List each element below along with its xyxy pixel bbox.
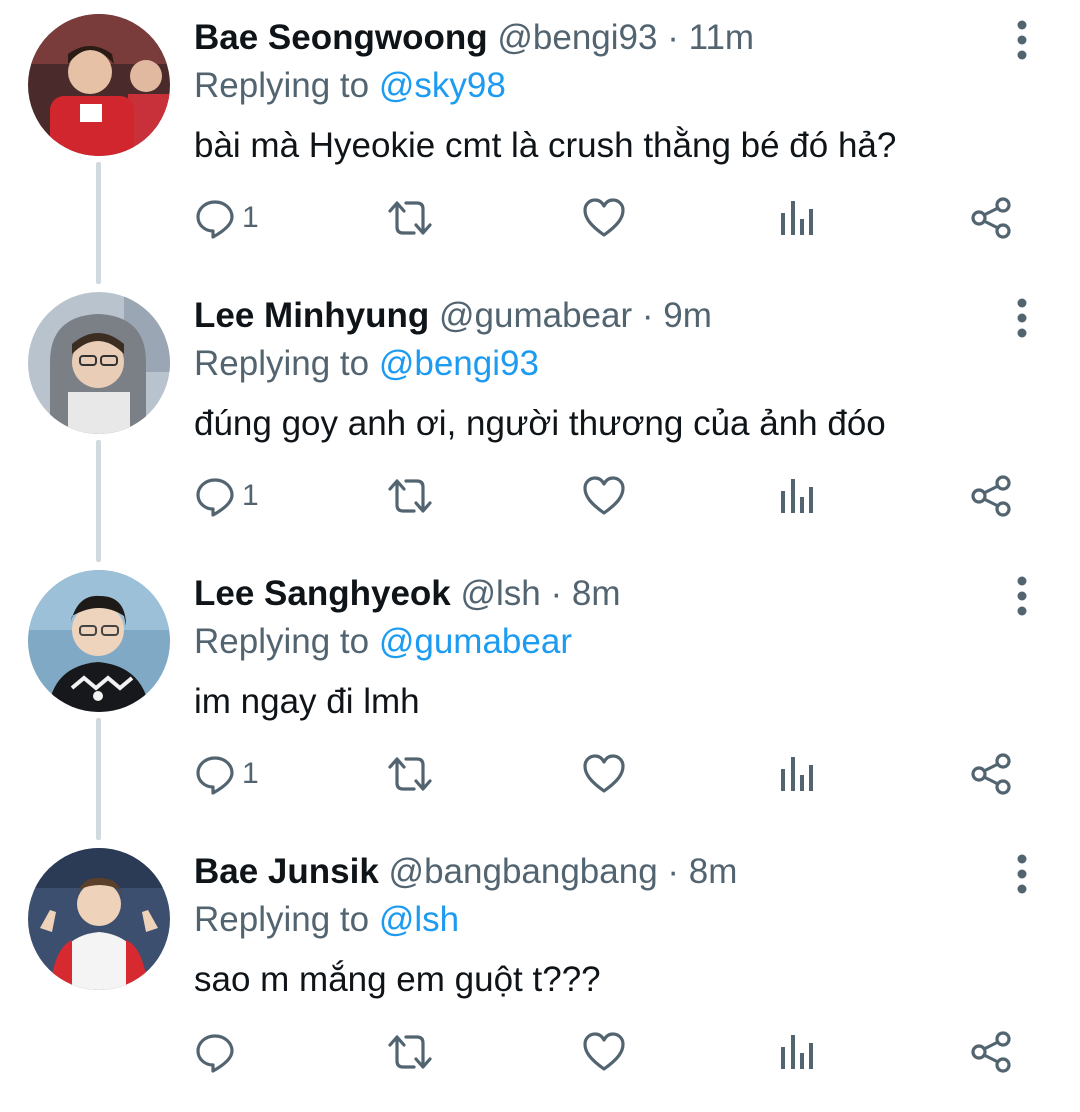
tweet-text: bài mà Hyeokie cmt là crush thằng bé đó …: [194, 126, 897, 165]
retweet-button[interactable]: [386, 188, 434, 248]
like-button[interactable]: [582, 1022, 626, 1082]
user-handle[interactable]: @bangbangbang: [389, 852, 658, 891]
replying-prefix: Replying to: [194, 344, 370, 383]
mention-link[interactable]: @lsh: [379, 900, 459, 939]
reply-button[interactable]: [194, 1022, 242, 1082]
analytics-button[interactable]: [778, 744, 816, 804]
share-button[interactable]: [970, 466, 1012, 526]
tweet-header: Lee Sanghyeok @lsh · 8m: [194, 570, 621, 618]
retweet-icon: [388, 1035, 432, 1069]
user-handle[interactable]: @bengi93: [497, 18, 657, 57]
replying-to: Replying to @gumabear: [194, 620, 572, 664]
user-handle[interactable]: @lsh: [461, 574, 541, 613]
reply-icon: [196, 1034, 234, 1073]
more-options-icon[interactable]: [1002, 18, 1042, 62]
display-name[interactable]: Bae Seongwoong: [194, 18, 488, 57]
heart-icon: [583, 1032, 625, 1071]
share-button[interactable]: [970, 744, 1012, 804]
share-icon: [971, 475, 1011, 517]
separator-dot: ·: [641, 296, 654, 335]
avatar[interactable]: [28, 848, 170, 990]
reply-count: 1: [242, 479, 259, 512]
replying-to: Replying to @lsh: [194, 898, 459, 942]
avatar[interactable]: [28, 14, 170, 156]
action-bar: [0, 1022, 1080, 1082]
separator-dot: ·: [667, 852, 680, 891]
tweet-text: im ngay đi lmh: [194, 682, 420, 721]
replying-to: Replying to @sky98: [194, 64, 506, 108]
analytics-button[interactable]: [778, 466, 816, 526]
more-options-icon[interactable]: [1002, 852, 1042, 896]
tweet[interactable]: Bae Junsik @bangbangbang · 8m Replying t…: [0, 834, 1080, 1112]
reply-button[interactable]: 1: [194, 466, 259, 526]
analytics-icon: [781, 1035, 813, 1069]
retweet-button[interactable]: [386, 466, 434, 526]
retweet-icon: [388, 479, 432, 513]
action-bar: 1: [0, 744, 1080, 804]
analytics-icon: [781, 201, 813, 235]
reply-count: 1: [242, 201, 259, 234]
tweet[interactable]: Lee Minhyung @gumabear · 9m Replying to …: [0, 278, 1080, 556]
retweet-button[interactable]: [386, 1022, 434, 1082]
timestamp[interactable]: 8m: [572, 574, 621, 613]
tweet-header: Bae Seongwoong @bengi93 · 11m: [194, 14, 754, 62]
timestamp[interactable]: 8m: [689, 852, 738, 891]
retweet-icon: [388, 201, 432, 235]
share-button[interactable]: [970, 1022, 1012, 1082]
replying-to: Replying to @bengi93: [194, 342, 539, 386]
more-options-icon[interactable]: [1002, 574, 1042, 618]
timestamp[interactable]: 11m: [689, 18, 755, 57]
replying-prefix: Replying to: [194, 622, 370, 661]
reply-button[interactable]: 1: [194, 744, 259, 804]
heart-icon: [583, 476, 625, 515]
analytics-icon: [781, 757, 813, 791]
mention-link[interactable]: @bengi93: [379, 344, 539, 383]
retweet-button[interactable]: [386, 744, 434, 804]
tweet[interactable]: Lee Sanghyeok @lsh · 8m Replying to @gum…: [0, 556, 1080, 834]
action-bar: 1: [0, 188, 1080, 248]
share-icon: [971, 753, 1011, 795]
analytics-icon: [781, 479, 813, 513]
display-name[interactable]: Bae Junsik: [194, 852, 379, 891]
reply-icon: [196, 200, 234, 239]
like-button[interactable]: [582, 466, 626, 526]
display-name[interactable]: Lee Minhyung: [194, 296, 429, 335]
tweet[interactable]: Bae Seongwoong @bengi93 · 11m Replying t…: [0, 0, 1080, 278]
separator-dot: ·: [667, 18, 679, 57]
avatar[interactable]: [28, 570, 170, 712]
tweet-header: Bae Junsik @bangbangbang · 8m: [194, 848, 737, 896]
tweet-header: Lee Minhyung @gumabear · 9m: [194, 292, 712, 340]
display-name[interactable]: Lee Sanghyeok: [194, 574, 451, 613]
reply-icon: [196, 478, 234, 517]
action-bar: 1: [0, 466, 1080, 526]
heart-icon: [583, 198, 625, 237]
reply-icon: [196, 756, 234, 795]
share-icon: [971, 197, 1011, 239]
mention-link[interactable]: @sky98: [379, 66, 506, 105]
reply-button[interactable]: 1: [194, 188, 259, 248]
analytics-button[interactable]: [778, 1022, 816, 1082]
replying-prefix: Replying to: [194, 900, 370, 939]
separator-dot: ·: [550, 574, 563, 613]
tweet-text: đúng goy anh ơi, người thương của ảnh đó…: [194, 404, 886, 443]
reply-count: 1: [242, 757, 259, 790]
like-button[interactable]: [582, 744, 626, 804]
mention-link[interactable]: @gumabear: [379, 622, 572, 661]
timestamp[interactable]: 9m: [663, 296, 712, 335]
more-options-icon[interactable]: [1002, 296, 1042, 340]
tweet-text: sao m mắng em guột t???: [194, 960, 601, 999]
replying-prefix: Replying to: [194, 66, 370, 105]
avatar[interactable]: [28, 292, 170, 434]
share-icon: [971, 1031, 1011, 1073]
retweet-icon: [388, 757, 432, 791]
like-button[interactable]: [582, 188, 626, 248]
share-button[interactable]: [970, 188, 1012, 248]
heart-icon: [583, 754, 625, 793]
user-handle[interactable]: @gumabear: [439, 296, 632, 335]
analytics-button[interactable]: [778, 188, 816, 248]
